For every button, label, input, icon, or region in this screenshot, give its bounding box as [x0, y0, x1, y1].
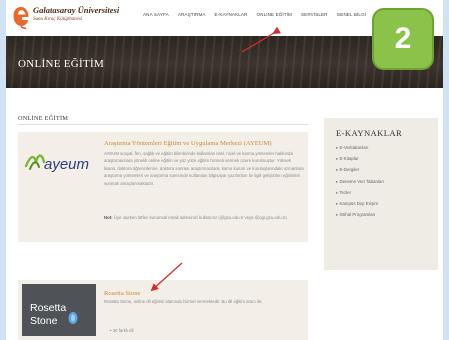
sidebar-item-plagiarism-tools[interactable]: İntihal Programları — [336, 212, 384, 223]
sidebar-item-e-books[interactable]: E-Kitaplar — [336, 156, 384, 167]
rosetta-logo-line1: Rosetta — [30, 302, 66, 314]
nav-item-e-resources[interactable]: E-KAYNAKLAR — [215, 12, 248, 17]
sidebar-title: E-KAYNAKLAR — [336, 128, 403, 138]
nav-item-online-training[interactable]: ONLINE EĞİTİM — [256, 12, 292, 17]
sidebar-item-theses[interactable]: Tezler — [336, 190, 384, 201]
ayeum-title-link[interactable]: Araştırma Yöntemleri Eğitim ve Uygulama … — [104, 140, 272, 147]
rosetta-description: Rosetta Stone, online dil eğitimi alanın… — [104, 299, 263, 304]
university-name[interactable]: Galatasaray Üniversitesi — [33, 5, 119, 15]
ayeum-logo[interactable]: ayeum — [22, 136, 96, 188]
ayeum-logo-icon: ayeum — [24, 154, 89, 173]
sidebar-item-e-journals[interactable]: E-Dergiler — [336, 167, 384, 178]
university-logo-icon[interactable] — [12, 5, 30, 29]
rosetta-title-link[interactable]: Rosetta Stone — [104, 290, 140, 297]
sidebar-item-off-campus-access[interactable]: Kampüs Dışı Erişim — [336, 201, 384, 212]
rosetta-logo[interactable]: Rosetta Stone — [22, 284, 96, 336]
banner-title: ONLİNE EĞİTİM — [18, 58, 105, 70]
section-heading: ONLİNE EĞİTİM — [18, 115, 69, 122]
ayeum-description: AYEUM sosyal, fen, sağlık ve eğitim bili… — [104, 151, 304, 186]
nav-item-home[interactable]: ANA SAYFA — [143, 12, 169, 17]
rosetta-logo-icon: Rosetta Stone — [30, 302, 78, 327]
library-name: Suna Kıraç Kütüphanesi — [33, 17, 83, 22]
rosetta-bullet-text: 30 farklı dil — [112, 328, 134, 333]
step-number: 2 — [394, 22, 412, 55]
nav-item-research[interactable]: ARAŞTIRMA — [178, 12, 206, 17]
sidebar-list: E-Veritabanları E-Kitaplar E-Dergiler De… — [336, 145, 384, 223]
sidebar-item-e-databases[interactable]: E-Veritabanları — [336, 145, 384, 156]
step-number-badge: 2 — [372, 8, 434, 70]
rosetta-logo-line2: Stone — [30, 315, 58, 327]
ayeum-note-label: Not: — [104, 215, 113, 220]
resource-card-rosetta: Rosetta Stone Rosetta Stone Rosetta Ston… — [18, 280, 308, 340]
sidebar-item-trial-databases[interactable]: Deneme Veri Tabanları — [336, 179, 384, 190]
ayeum-note: Not: Üye olurken lütfen kurumsal email a… — [104, 214, 304, 221]
divider — [18, 124, 308, 125]
main-nav: ANA SAYFA ARAŞTIRMA E-KAYNAKLAR ONLINE E… — [143, 12, 366, 17]
ayeum-note-text: Üye olurken lütfen kurumsal email adresi… — [113, 215, 287, 220]
ayeum-logo-text: ayeum — [44, 156, 89, 173]
sidebar-e-resources: E-KAYNAKLAR E-Veritabanları E-Kitaplar E… — [324, 118, 438, 270]
resource-card-ayeum: ayeum Araştırma Yöntemleri Eğitim ve Uyg… — [18, 132, 308, 242]
nav-item-general-info[interactable]: GENEL BİLGİ — [337, 12, 367, 17]
nav-item-services[interactable]: SERVİSLER — [301, 12, 328, 17]
rosetta-bullet: • 30 farklı dil — [110, 328, 134, 333]
